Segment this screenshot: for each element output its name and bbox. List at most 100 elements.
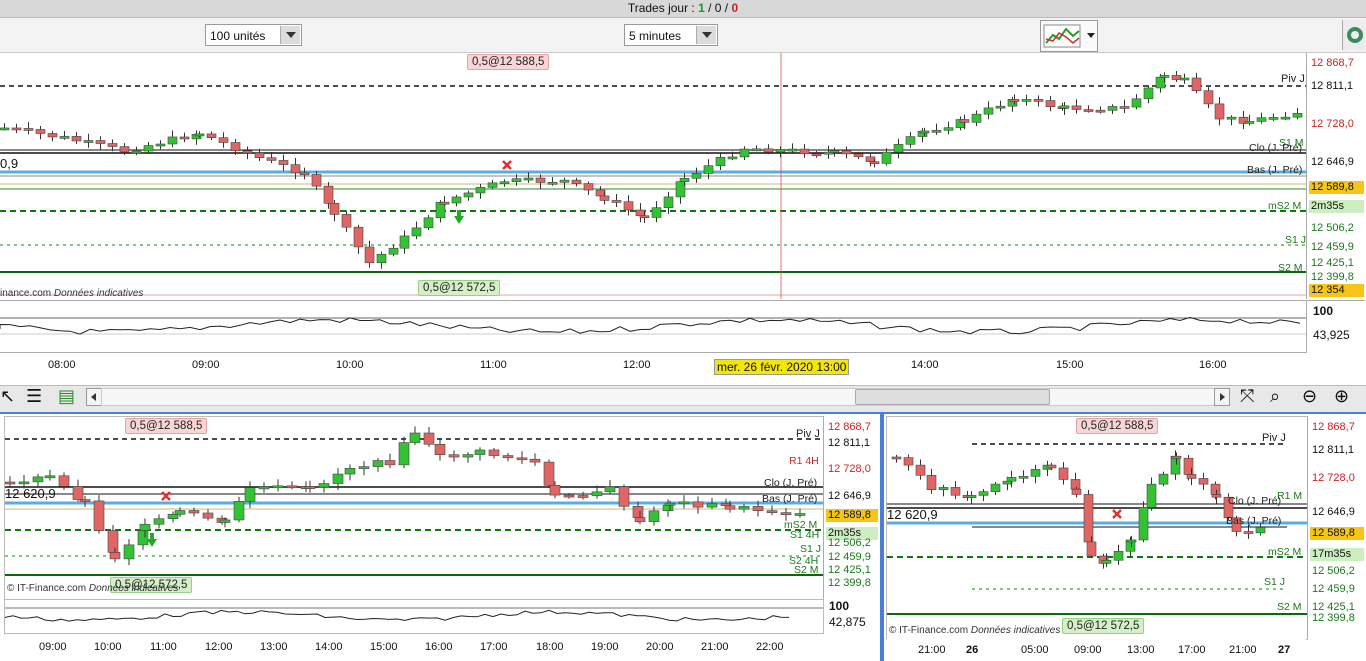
scroll-thumb[interactable] (855, 389, 1050, 405)
candle (23, 128, 34, 131)
candle (595, 189, 606, 197)
bottom-right-price-pane[interactable] (886, 416, 1308, 640)
credit-note: Données indicatives (53, 288, 144, 299)
candlestick-style-icon (1043, 24, 1081, 48)
candle (1171, 455, 1182, 459)
candle (318, 483, 330, 488)
candle (399, 235, 410, 249)
level-name: S1 4H (790, 529, 820, 541)
oscillator-line (5, 609, 790, 622)
price-axis-label: 12 646,9 (1311, 156, 1354, 168)
zoom-fit-icon[interactable]: ⌕ (1270, 387, 1288, 405)
candle (95, 140, 106, 144)
sell-order-label[interactable]: 0,5@12 588,5 (1076, 418, 1159, 434)
price-axis-label: 12 399,8 (1312, 612, 1355, 624)
candle (59, 136, 70, 139)
quantity-select[interactable]: 100 unités (205, 24, 302, 46)
time-axis-label: 14:00 (911, 359, 939, 371)
level-name: Piv J (1262, 432, 1286, 444)
candle (1058, 467, 1069, 480)
price-axis-label: 12 399,8 (1311, 271, 1354, 283)
price-axis-label: 12 868,7 (1312, 421, 1355, 433)
trades-summary: Trades jour : 1 / 0 / 0 (0, 0, 1366, 16)
indicator-icon[interactable]: ▤ (58, 387, 76, 405)
level-name: Clo (J. Pré) (1228, 495, 1282, 507)
candle (829, 150, 840, 153)
buy-order-label[interactable]: 0,5@12 572,5 (1062, 618, 1145, 634)
candle (499, 181, 510, 185)
zoom-in-icon[interactable]: ⊕ (1334, 387, 1352, 405)
scroll-right-button[interactable] (1214, 388, 1230, 406)
candle (153, 518, 165, 525)
candle (787, 148, 798, 152)
candle (1006, 477, 1017, 482)
candle (618, 486, 630, 507)
cross-marker (1112, 509, 1122, 519)
sell-order-label[interactable]: 0,5@12 588,5 (125, 418, 208, 434)
candle (1211, 494, 1222, 498)
pane-divider[interactable] (880, 413, 884, 661)
candle (1009, 99, 1020, 102)
candle (1268, 117, 1279, 120)
candle (1018, 476, 1029, 479)
osc-value-label: 42,875 (829, 615, 866, 629)
candle (502, 455, 514, 459)
bottom-left-price-pane[interactable] (4, 416, 824, 600)
cursor-tool-icon[interactable]: ↖ (0, 387, 18, 405)
main-price-pane[interactable] (0, 53, 1306, 299)
candle (893, 144, 904, 153)
candle (1243, 531, 1254, 534)
chart-style-button[interactable] (1040, 20, 1098, 52)
time-axis-label: 18:00 (536, 641, 564, 653)
candle (435, 201, 446, 219)
time-axis-label: 21:00 (918, 644, 946, 656)
candle (1033, 99, 1044, 102)
quantity-value: 100 unités (210, 29, 266, 43)
candle (599, 195, 610, 201)
candle (1086, 541, 1097, 557)
price-axis-label: 12 868,7 (1311, 57, 1354, 69)
oscillator-line-svg (5, 607, 823, 622)
chevron-down-icon[interactable] (280, 26, 300, 44)
candle (1021, 99, 1032, 102)
sell-order-label[interactable]: 0,5@12 588,5 (467, 54, 550, 70)
candle (299, 172, 310, 176)
candle (1214, 103, 1225, 120)
candle (242, 150, 253, 154)
candle (475, 187, 486, 194)
chevron-down-icon[interactable] (696, 26, 716, 44)
candle (1191, 77, 1202, 92)
candle (623, 201, 634, 211)
bottom-left-oscillator-pane[interactable] (4, 599, 824, 634)
candle (903, 457, 914, 466)
list-icon[interactable]: ☰ (26, 387, 44, 405)
chevron-down-icon[interactable] (1087, 33, 1095, 38)
candle (1070, 479, 1081, 490)
candle (799, 148, 810, 155)
candle (47, 133, 58, 138)
level-name: Bas (J. Pré) (762, 493, 818, 505)
candle (304, 486, 316, 489)
time-axis-label: 13:00 (260, 641, 288, 653)
candle (739, 148, 750, 158)
buy-order-label[interactable]: 0,5@12 572,5 (418, 280, 501, 296)
candle (143, 145, 154, 152)
time-axis-label: 09:00 (1074, 644, 1102, 656)
candle (341, 214, 352, 228)
zoom-out-icon[interactable]: ⊖ (1302, 387, 1320, 405)
osc-value-label: 43,925 (1313, 328, 1350, 342)
candle (577, 495, 589, 498)
candle (344, 468, 356, 475)
side-panel-toggle[interactable] (1342, 20, 1365, 50)
candle (1158, 473, 1169, 485)
main-oscillator-pane[interactable] (0, 300, 1306, 353)
fit-icon[interactable]: ⤧ (1240, 387, 1258, 405)
candle (1046, 464, 1057, 469)
interval-select[interactable]: 5 minutes (624, 24, 718, 46)
level-name: S2 M (794, 564, 819, 576)
time-axis-label: 12:00 (623, 359, 651, 371)
scroll-left-button[interactable] (86, 388, 102, 406)
candle (32, 476, 44, 483)
time-axis-label: 22:00 (756, 641, 784, 653)
candle (950, 487, 961, 496)
